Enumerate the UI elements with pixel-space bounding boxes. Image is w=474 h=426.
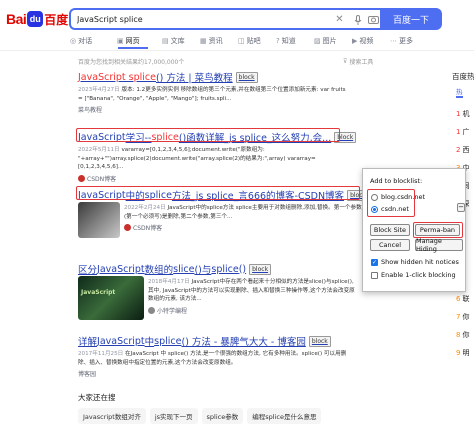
block-button[interactable]: block bbox=[308, 335, 331, 347]
block-button[interactable]: block bbox=[249, 263, 272, 275]
one-click-checkbox[interactable]: Enable 1-click blocking bbox=[371, 271, 456, 279]
result-source[interactable]: CSDN博客 bbox=[78, 174, 346, 183]
baidu-logo[interactable]: Bai du 百度 bbox=[6, 10, 68, 28]
result-title[interactable]: JavaScript splice() 方法 | 菜鸟教程 block bbox=[78, 70, 348, 84]
result-title[interactable]: 详解 JavaScript 中 splice() 方法 - 暴脾气大大 - 博客园… bbox=[78, 334, 353, 348]
tab-web[interactable]: ▣ 网页 bbox=[117, 36, 162, 46]
result-snippet: 2017年11月25日 在JavaScript 中 splice() 方法,是一… bbox=[78, 351, 347, 366]
logo-latin: Bai bbox=[6, 11, 27, 27]
microphone-icon[interactable] bbox=[351, 13, 364, 26]
highlight-box bbox=[367, 189, 415, 217]
result-snippet: 2022年2月24日 JavaScript中的splice方法 splice主要… bbox=[124, 205, 362, 220]
tab-zhidao[interactable]: ? 知道 bbox=[276, 36, 314, 46]
result-thumbnail[interactable]: JavaScript bbox=[78, 276, 144, 320]
hot-item[interactable]: 2西 bbox=[456, 145, 469, 155]
manage-hiding-button[interactable]: Manage Hiding bbox=[415, 237, 463, 253]
logo-paw-icon: du bbox=[27, 11, 44, 27]
hot-item[interactable]: 1机 bbox=[456, 109, 469, 119]
doc-icon: ▤ bbox=[162, 37, 169, 45]
hot-item[interactable]: 1广 bbox=[456, 127, 469, 137]
tab-images[interactable]: ▨ 图片 bbox=[314, 36, 352, 46]
search-tools-button[interactable]: ⊽ 搜索工具 bbox=[343, 57, 373, 66]
search-input[interactable] bbox=[71, 14, 291, 24]
tieba-icon: ◫ bbox=[238, 37, 245, 45]
hot-item[interactable]: 7你 bbox=[456, 312, 469, 322]
hot-item[interactable]: 6联 bbox=[456, 294, 469, 304]
popup-heading: Add to blocklist: bbox=[370, 177, 423, 185]
collapse-button[interactable]: − bbox=[457, 203, 465, 212]
related-searches: Javascript数组对齐 js实现下一页 splice参数 编程splice… bbox=[78, 408, 322, 424]
related-heading: 大家还在搜 bbox=[78, 393, 116, 402]
result-source[interactable]: CSDN博客 bbox=[124, 223, 368, 232]
blocklist-popup: Add to blocklist: blog.csdn.net csdn.net… bbox=[362, 168, 466, 292]
related-chip[interactable]: js实现下一页 bbox=[149, 408, 198, 424]
result-thumbnail[interactable] bbox=[78, 202, 120, 238]
result-snippet: 2023年4月27日 版本: 1.2更多实例实例 移除数组的第三个元素,并在数组… bbox=[78, 87, 346, 102]
video-icon: ▶ bbox=[352, 37, 358, 45]
result-source[interactable]: 菜鸟教程 bbox=[78, 105, 348, 114]
block-button[interactable]: block bbox=[235, 71, 258, 83]
result-snippet: 2018年4月17日 JavaScript中存在两个看起来十分相似的方法是sli… bbox=[148, 279, 355, 302]
result-source[interactable]: 小特学编程 bbox=[148, 306, 358, 315]
csdn-icon bbox=[78, 174, 85, 182]
block-site-button[interactable]: Block Site bbox=[370, 224, 410, 236]
tab-video[interactable]: ▶ 视频 bbox=[352, 36, 390, 46]
tab-chat[interactable]: ◎ 对话 bbox=[70, 36, 117, 46]
search-box: ✕ bbox=[69, 8, 380, 30]
highlight-box bbox=[413, 222, 463, 238]
hot-list-title: 百度热搜 bbox=[452, 72, 474, 81]
checkbox-checked[interactable]: ✓ bbox=[371, 258, 378, 266]
csdn-icon bbox=[124, 224, 131, 231]
hot-item[interactable]: 9明 bbox=[456, 348, 469, 358]
tab-more[interactable]: ⋯ 更多 bbox=[390, 36, 428, 46]
show-hidden-checkbox[interactable]: ✓ Show hidden hit notices bbox=[371, 258, 459, 266]
news-icon: ▦ bbox=[200, 37, 207, 45]
logo-cn: 百度 bbox=[44, 12, 69, 27]
cancel-button[interactable]: Cancel bbox=[370, 239, 410, 251]
image-icon: ▨ bbox=[314, 37, 321, 45]
camera-icon[interactable] bbox=[367, 13, 380, 26]
search-result: JavaScript splice() 方法 | 菜鸟教程 block 2023… bbox=[78, 70, 348, 114]
filter-icon: ⊽ bbox=[343, 58, 348, 65]
hot-list-tab[interactable]: 热 bbox=[456, 86, 463, 98]
result-snippet: 2022年5月11日 vararray=[0,1,2,3,4,5,6];docu… bbox=[78, 147, 316, 170]
related-chip[interactable]: 编程splice是什么意思 bbox=[247, 408, 322, 424]
highlight-box bbox=[76, 128, 340, 142]
search-result: 区分 JavaScript 数组的 slice ()与 splice() block Ja… bbox=[78, 262, 358, 320]
related-chip[interactable]: splice参数 bbox=[201, 408, 244, 424]
tab-news[interactable]: ▦ 资讯 bbox=[200, 36, 238, 46]
checkbox[interactable] bbox=[371, 271, 378, 279]
result-source[interactable]: 博客园 bbox=[78, 369, 353, 378]
hot-item[interactable]: 8你 bbox=[456, 330, 469, 340]
result-count: 百度为您找到相关结果约17,000,000个 bbox=[78, 59, 185, 66]
result-title[interactable]: 区分 JavaScript 数组的 slice ()与 splice() block bbox=[78, 262, 358, 276]
author-avatar bbox=[148, 306, 155, 314]
header-divider bbox=[0, 50, 474, 51]
chat-icon: ◎ bbox=[70, 37, 77, 45]
search-tabs: ◎ 对话 ▣ 网页 ▤ 文库 ▦ 资讯 ◫ 贴吧 ? 知道 ▨ 图片 ▶ 视频 ⋯ 更多 bbox=[70, 36, 428, 46]
tab-wenku[interactable]: ▤ 文库 bbox=[162, 36, 200, 46]
web-icon: ▣ bbox=[117, 37, 124, 45]
more-icon: ⋯ bbox=[390, 37, 397, 45]
baidu-search-page: Bai du 百度 ✕ 百度一下 ◎对话 ▣网页 ▤文库 ▦资讯 ◫贴吧 ?知道… bbox=[0, 0, 474, 426]
close-icon[interactable]: ✕ bbox=[333, 13, 346, 26]
active-tab-indicator bbox=[118, 47, 148, 49]
highlight-box bbox=[76, 186, 360, 200]
search-result: 详解 JavaScript 中 splice() 方法 - 暴脾气大大 - 博客园… bbox=[78, 334, 353, 378]
zhidao-icon: ? bbox=[276, 37, 280, 45]
search-button[interactable]: 百度一下 bbox=[380, 8, 442, 30]
related-chip[interactable]: Javascript数组对齐 bbox=[78, 408, 146, 424]
tab-tieba[interactable]: ◫ 贴吧 bbox=[238, 36, 276, 46]
